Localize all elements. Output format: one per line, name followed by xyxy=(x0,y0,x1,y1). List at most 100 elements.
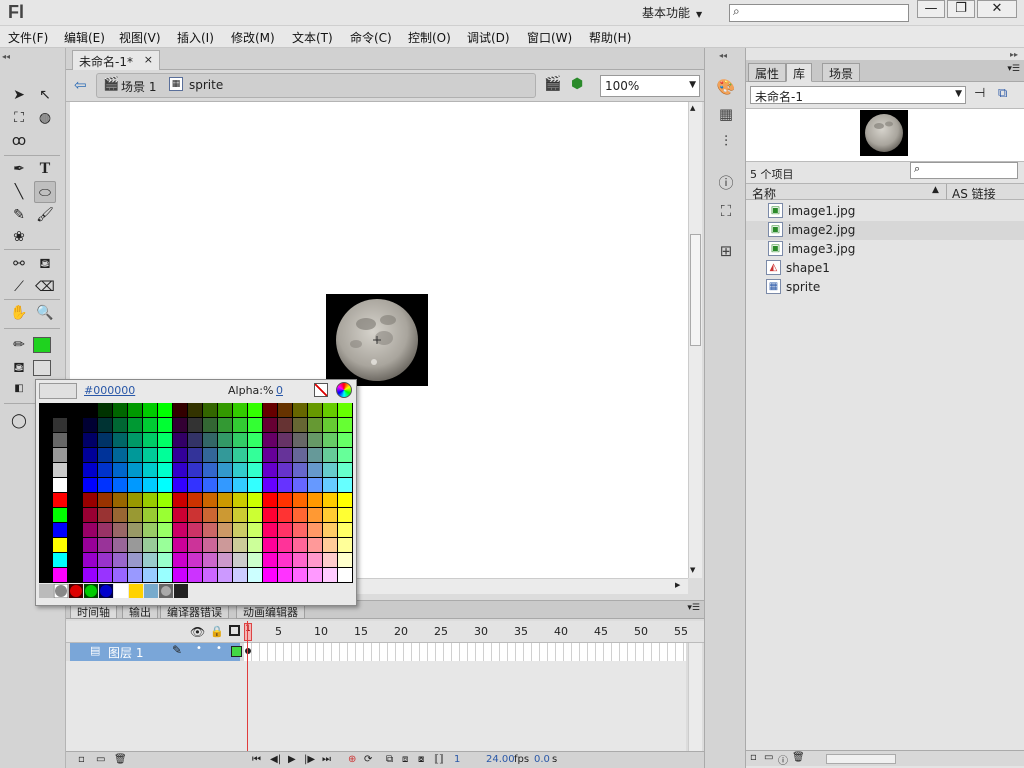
color-swatch[interactable] xyxy=(188,448,202,462)
color-swatch[interactable] xyxy=(278,493,292,507)
library-document-select[interactable]: 未命名-1 ▼ xyxy=(750,86,966,104)
eraser-tool-icon[interactable]: ⌫ xyxy=(34,276,56,298)
color-swatch[interactable] xyxy=(113,538,127,552)
menu-insert[interactable]: 插入(I) xyxy=(177,29,214,46)
color-swatch[interactable] xyxy=(53,478,67,492)
color-swatch[interactable] xyxy=(338,418,352,432)
hex-color-input[interactable]: #000000 xyxy=(84,384,135,397)
breadcrumb-scene[interactable]: 场景 1 xyxy=(121,78,156,95)
color-swatch[interactable] xyxy=(323,508,337,522)
color-swatch[interactable] xyxy=(293,538,307,552)
gradient-swatches[interactable] xyxy=(39,584,189,598)
color-swatch[interactable] xyxy=(188,493,202,507)
playhead-marker[interactable]: 1 xyxy=(244,623,252,641)
color-swatch[interactable] xyxy=(293,493,307,507)
color-swatch[interactable] xyxy=(128,403,142,417)
color-swatch[interactable] xyxy=(293,448,307,462)
color-swatch[interactable] xyxy=(113,493,127,507)
color-swatch[interactable] xyxy=(98,508,112,522)
zoom-tool-icon[interactable]: 🔍 xyxy=(34,302,56,324)
color-swatch[interactable] xyxy=(323,433,337,447)
color-swatch[interactable] xyxy=(218,508,232,522)
loop-icon[interactable]: ⟳ xyxy=(364,754,372,765)
color-swatch[interactable] xyxy=(233,523,247,537)
color-swatch[interactable] xyxy=(98,493,112,507)
color-swatch[interactable] xyxy=(338,478,352,492)
hand-tool-icon[interactable]: ✋ xyxy=(8,302,30,324)
color-swatch[interactable] xyxy=(53,403,67,417)
color-swatch[interactable] xyxy=(203,508,217,522)
color-swatch[interactable] xyxy=(248,463,262,477)
color-swatch[interactable] xyxy=(128,433,142,447)
eye-icon[interactable]: 👁 xyxy=(190,625,205,639)
color-swatch[interactable] xyxy=(233,508,247,522)
color-swatch[interactable] xyxy=(128,478,142,492)
color-swatch[interactable] xyxy=(338,568,352,582)
color-swatch[interactable] xyxy=(173,463,187,477)
color-swatch[interactable] xyxy=(143,493,157,507)
color-swatch[interactable] xyxy=(188,508,202,522)
layer-outline-color[interactable] xyxy=(231,646,242,657)
scroll-down-icon[interactable]: ▼ xyxy=(690,566,695,574)
color-swatch[interactable] xyxy=(233,403,247,417)
color-swatch[interactable] xyxy=(338,403,352,417)
color-swatch[interactable] xyxy=(83,493,97,507)
color-swatch[interactable] xyxy=(293,568,307,582)
color-swatch[interactable] xyxy=(203,418,217,432)
text-tool-icon[interactable]: T xyxy=(34,158,56,180)
color-swatch[interactable] xyxy=(323,553,337,567)
color-panel-icon[interactable]: 🎨 xyxy=(715,76,737,98)
color-swatch[interactable] xyxy=(188,403,202,417)
free-transform-tool-icon[interactable]: ⛶ xyxy=(8,107,30,129)
color-swatch[interactable] xyxy=(263,493,277,507)
alpha-value[interactable]: 0 xyxy=(276,384,283,397)
menu-commands[interactable]: 命令(C) xyxy=(350,29,392,46)
color-swatch[interactable] xyxy=(263,553,277,567)
color-swatch[interactable] xyxy=(203,493,217,507)
transform-panel-icon[interactable]: ⛶ xyxy=(715,200,737,222)
color-swatch[interactable] xyxy=(53,568,67,582)
delete-item-icon[interactable]: 🗑 xyxy=(792,752,805,763)
color-swatch[interactable] xyxy=(293,418,307,432)
color-swatch[interactable] xyxy=(128,493,142,507)
color-swatch[interactable] xyxy=(278,523,292,537)
color-swatch[interactable] xyxy=(263,568,277,582)
color-swatch[interactable] xyxy=(203,403,217,417)
color-swatch[interactable] xyxy=(233,568,247,582)
stroke-color-swatch[interactable] xyxy=(33,337,51,353)
first-frame-icon[interactable]: ⏮ xyxy=(252,754,261,765)
expand-icon[interactable]: ◂◂ xyxy=(719,51,727,60)
color-swatch[interactable] xyxy=(158,478,172,492)
color-swatch[interactable] xyxy=(158,463,172,477)
color-swatch[interactable] xyxy=(113,418,127,432)
workspace-switcher[interactable]: 基本功能 ▼ xyxy=(642,4,702,21)
color-swatch[interactable] xyxy=(308,553,322,567)
color-swatch[interactable] xyxy=(203,553,217,567)
color-swatch[interactable] xyxy=(218,523,232,537)
color-swatch[interactable] xyxy=(263,508,277,522)
tab-library[interactable]: 库 xyxy=(786,63,813,82)
fill-color-swatch[interactable] xyxy=(33,360,51,376)
pin-library-icon[interactable]: ⊣ xyxy=(974,86,985,101)
color-swatch[interactable] xyxy=(143,448,157,462)
edit-symbols-icon[interactable]: ⬢ xyxy=(571,76,583,92)
color-swatch[interactable] xyxy=(98,418,112,432)
menu-control[interactable]: 控制(O) xyxy=(408,29,451,46)
keyframe-dot[interactable] xyxy=(245,648,251,654)
color-swatch[interactable] xyxy=(98,553,112,567)
back-arrow-icon[interactable]: ⇦ xyxy=(74,76,87,94)
color-swatch[interactable] xyxy=(323,463,337,477)
color-swatch[interactable] xyxy=(233,433,247,447)
prev-frame-icon[interactable]: ◀| xyxy=(270,754,281,765)
color-swatch[interactable] xyxy=(248,568,262,582)
color-swatch[interactable] xyxy=(98,448,112,462)
color-swatch[interactable] xyxy=(248,403,262,417)
color-swatch[interactable] xyxy=(263,448,277,462)
color-swatch[interactable] xyxy=(278,463,292,477)
menu-help[interactable]: 帮助(H) xyxy=(589,29,631,46)
color-swatch[interactable] xyxy=(143,403,157,417)
zoom-select[interactable]: 100% ▼ xyxy=(600,75,700,97)
color-swatch[interactable] xyxy=(83,403,97,417)
color-swatch[interactable] xyxy=(218,568,232,582)
color-swatch[interactable] xyxy=(293,523,307,537)
